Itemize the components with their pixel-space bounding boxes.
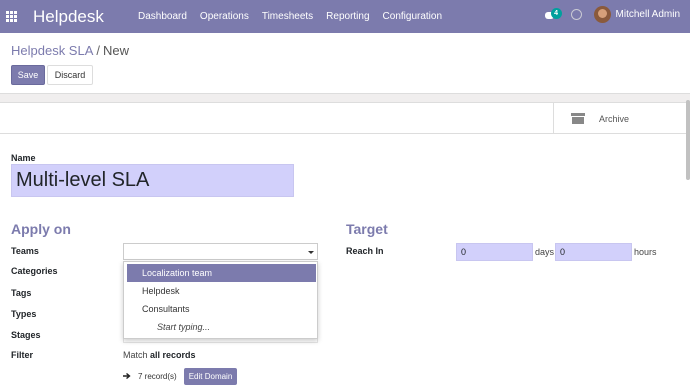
teams-dropdown: Localization team Helpdesk Consultants S…	[123, 261, 318, 339]
menu-operations[interactable]: Operations	[200, 11, 249, 22]
breadcrumb-separator: /	[96, 43, 101, 58]
main-menu: Dashboard Operations Timesheets Reportin…	[138, 11, 455, 22]
chat-icon[interactable]: 4	[543, 7, 562, 22]
categories-label: Categories	[11, 266, 58, 276]
dropdown-item-consultants[interactable]: Consultants	[127, 300, 316, 318]
name-input[interactable]: Multi-level SLA	[11, 164, 294, 197]
stages-label: Stages	[11, 330, 41, 340]
chevron-down-icon[interactable]	[308, 251, 314, 254]
avatar[interactable]	[593, 6, 611, 23]
archive-label: Archive	[599, 113, 630, 124]
breadcrumb: Helpdesk SLA / New	[11, 43, 129, 58]
menu-timesheets[interactable]: Timesheets	[262, 11, 313, 22]
target-title: Target	[346, 221, 388, 237]
dropdown-item-helpdesk[interactable]: Helpdesk	[127, 282, 316, 300]
hours-unit: hours	[634, 247, 657, 257]
records-count-button[interactable]: 7 record(s)	[135, 368, 180, 385]
edit-domain-button[interactable]: Edit Domain	[184, 368, 237, 385]
days-unit: days	[535, 247, 555, 257]
days-input[interactable]: 0	[456, 243, 533, 261]
dropdown-search-more[interactable]: Start typing...	[127, 318, 316, 336]
teams-label: Teams	[11, 246, 39, 256]
filter-label: Filter	[11, 350, 34, 360]
discard-button[interactable]: Discard	[47, 65, 93, 85]
chat-badge: 4	[550, 7, 562, 19]
user-name[interactable]: Mitchell Admin	[616, 9, 680, 20]
filter-match-prefix: Match	[123, 350, 148, 360]
filter-summary: Match all records	[123, 350, 196, 360]
reach-in-label: Reach In	[346, 246, 384, 256]
form-top-divider	[0, 93, 690, 103]
archive-button[interactable]: Archive	[553, 103, 685, 134]
menu-configuration[interactable]: Configuration	[383, 11, 442, 22]
types-label: Types	[11, 309, 37, 319]
save-button[interactable]: Save	[11, 65, 45, 85]
menu-dashboard[interactable]: Dashboard	[138, 11, 187, 22]
dropdown-item-localization[interactable]: Localization team	[127, 264, 316, 282]
apply-on-title: Apply on	[11, 221, 71, 237]
page-scrollbar[interactable]	[686, 100, 690, 180]
hours-input[interactable]: 0	[555, 243, 632, 261]
breadcrumb-current: New	[103, 43, 130, 58]
filter-match-bold: all records	[150, 350, 196, 360]
name-label: Name	[11, 153, 36, 163]
arrow-right-icon	[123, 372, 131, 380]
teams-field[interactable]	[123, 243, 318, 260]
archive-icon	[571, 113, 585, 124]
tags-label: Tags	[11, 288, 32, 298]
apps-menu-icon[interactable]	[6, 11, 17, 22]
app-brand[interactable]: Helpdesk	[33, 7, 104, 27]
breadcrumb-parent[interactable]: Helpdesk SLA	[11, 43, 93, 58]
top-navbar: Helpdesk Dashboard Operations Timesheets…	[0, 0, 690, 33]
menu-reporting[interactable]: Reporting	[326, 11, 369, 22]
form-button-box: Archive	[0, 103, 690, 134]
activity-clock-icon[interactable]	[570, 9, 582, 20]
navbar-systray: 4 Mitchell Admin	[543, 6, 680, 23]
